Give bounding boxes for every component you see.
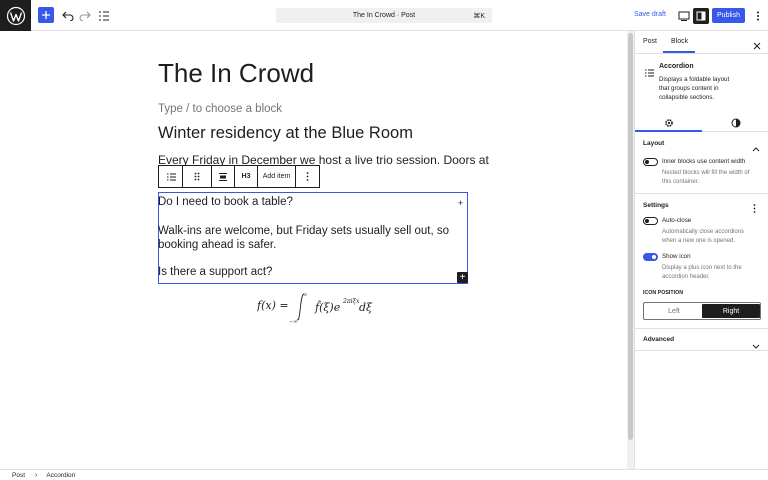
accordion-item-heading[interactable]: Do I need to book a table? [158, 196, 293, 208]
drag-handle-icon[interactable] [183, 166, 211, 187]
auto-close-label: Auto-close [662, 217, 692, 224]
chevron-down-icon[interactable] [752, 337, 760, 355]
svg-text:f(x) =: f(x) = [257, 299, 289, 312]
advanced-panel: Advanced [635, 329, 768, 351]
save-draft-button[interactable]: Save draft [634, 11, 666, 18]
svg-text:dξ: dξ [359, 301, 373, 314]
accordion-block-icon [644, 64, 654, 82]
accordion-item-heading[interactable]: Is there a support act? [158, 266, 272, 278]
sidebar-tabs: Post Block [635, 31, 768, 54]
auto-close-help: Automatically close accordions when a ne… [662, 229, 745, 244]
styles-icon[interactable] [731, 115, 741, 133]
block-toolbar: H3 Add item [158, 165, 320, 188]
layout-panel: Layout Inner blocks use content width Ne… [635, 132, 768, 194]
publish-button[interactable]: Publish [712, 8, 745, 23]
shortcut-hint: ⌘K [473, 12, 485, 20]
icon-position-left[interactable]: Left [645, 304, 703, 318]
close-icon[interactable] [753, 37, 761, 55]
inner-blocks-label: Inner blocks use content width [662, 158, 746, 165]
icon-position-control: Left Right [643, 302, 761, 320]
preview-icon[interactable] [675, 7, 692, 24]
plus-icon[interactable]: + [458, 198, 463, 208]
accordion-block-icon[interactable] [159, 166, 183, 187]
block-options-icon[interactable] [296, 166, 319, 187]
block-sub-tabs [635, 109, 768, 132]
align-icon[interactable] [211, 166, 235, 187]
accordion-item-content[interactable]: Walk-ins are welcome, but Friday sets us… [158, 224, 466, 252]
show-icon-help: Display a plus icon next to the accordio… [662, 265, 742, 280]
document-overview-icon[interactable] [95, 7, 112, 24]
inner-blocks-toggle[interactable] [643, 158, 658, 166]
add-block-plus-icon[interactable]: + [457, 272, 468, 283]
block-description: Displays a foldable layout that groups c… [659, 76, 730, 101]
add-item-button[interactable]: Add item [258, 166, 296, 187]
svg-text:f̂(ξ)e: f̂(ξ)e [314, 301, 341, 314]
tab-post[interactable]: Post [643, 38, 657, 45]
show-icon-label: Show icon [662, 253, 691, 260]
advanced-panel-title[interactable]: Advanced [643, 336, 674, 343]
settings-sidebar: Post Block Accordion Displays a foldable… [634, 31, 768, 469]
breadcrumb-item-post[interactable]: Post [12, 472, 25, 479]
post-title[interactable]: The In Crowd [158, 58, 314, 89]
document-title: The In Crowd · Post [352, 12, 416, 19]
chevron-up-icon[interactable] [752, 139, 760, 157]
wordpress-logo-icon[interactable] [0, 0, 31, 31]
breadcrumb: Post › Accordion [0, 469, 768, 480]
heading-block[interactable]: Winter residency at the Blue Room [158, 124, 413, 143]
tab-block[interactable]: Block [671, 38, 688, 45]
heading-level-button[interactable]: H3 [235, 166, 258, 187]
settings-options-icon[interactable] [753, 200, 756, 218]
auto-close-toggle[interactable] [643, 217, 658, 225]
inner-blocks-help: Nested blocks will fill the width of thi… [662, 170, 750, 185]
more-options-icon[interactable] [749, 7, 766, 24]
svg-text:∞: ∞ [303, 292, 307, 298]
icon-position-label: ICON POSITION [643, 290, 684, 296]
redo-icon[interactable] [76, 7, 93, 24]
show-icon-toggle[interactable] [643, 253, 658, 261]
chevron-right-icon: › [35, 471, 38, 479]
icon-position-right[interactable]: Right [702, 304, 760, 318]
breadcrumb-item-accordion[interactable]: Accordion [46, 472, 75, 479]
settings-panel-title: Settings [643, 202, 669, 209]
command-palette-bar[interactable]: The In Crowd · Post ⌘K [276, 8, 492, 23]
svg-text:2πiξx: 2πiξx [342, 298, 360, 305]
editor-topbar: The In Crowd · Post ⌘K Save draft Publis… [0, 0, 768, 31]
canvas-scrollbar-thumb[interactable] [628, 33, 633, 440]
math-formula-image: f(x) = ∞ −∞ f̂(ξ)e 2πiξx dξ [256, 289, 377, 328]
block-inserter-button[interactable] [38, 7, 54, 23]
undo-icon[interactable] [59, 7, 76, 24]
svg-text:−∞: −∞ [289, 319, 297, 325]
block-name: Accordion [659, 63, 694, 70]
block-placeholder[interactable]: Type / to choose a block [158, 103, 282, 115]
settings-sidebar-toggle-icon[interactable] [693, 8, 709, 24]
layout-panel-title[interactable]: Layout [643, 140, 664, 147]
active-tab-indicator [663, 51, 695, 53]
